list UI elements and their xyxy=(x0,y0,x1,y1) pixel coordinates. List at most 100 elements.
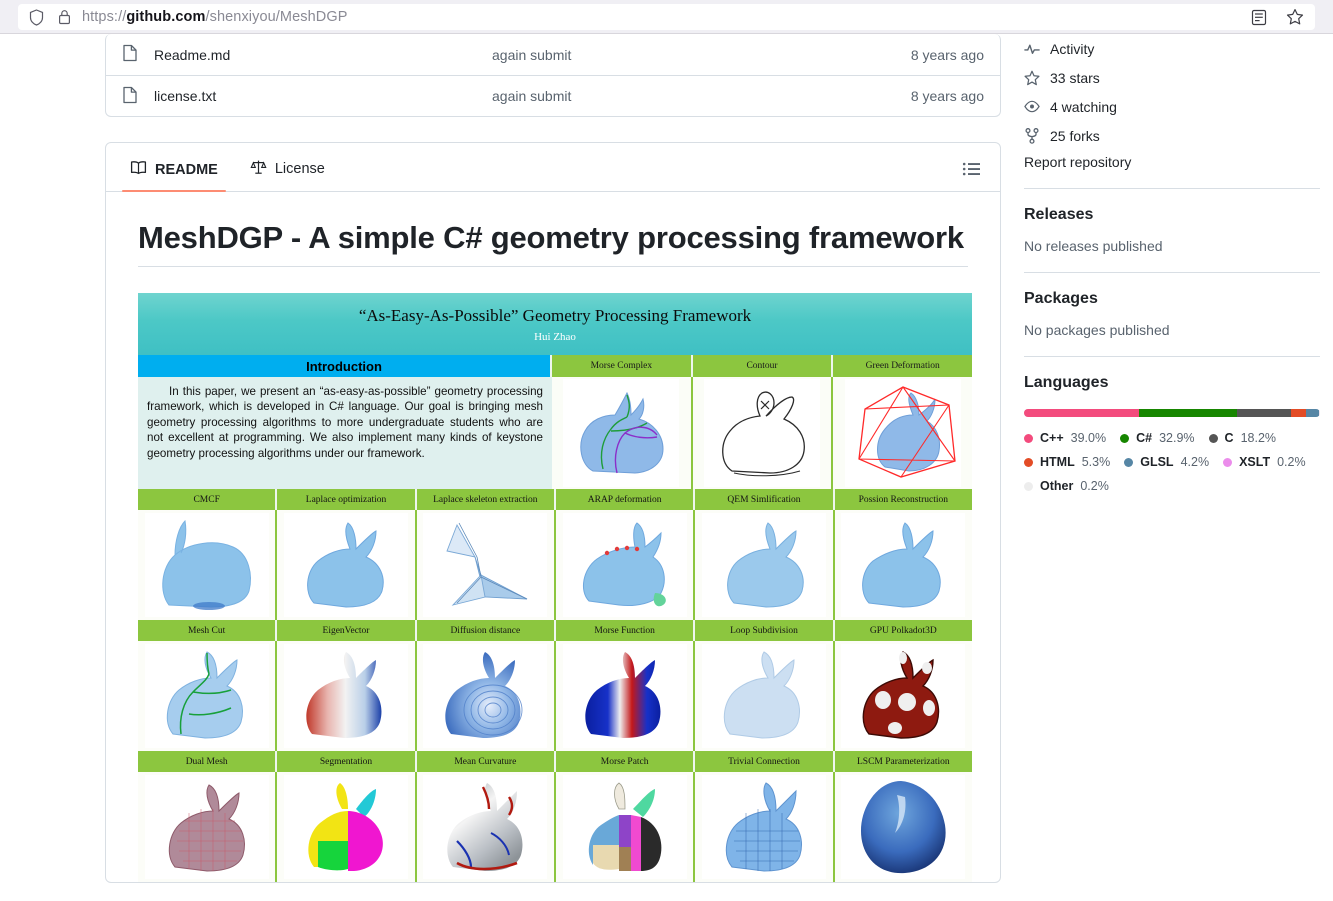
url-text: https://github.com/shenxiyou/MeshDGP xyxy=(82,9,348,25)
language-color-dot xyxy=(1208,433,1218,443)
law-scale-icon xyxy=(250,159,267,179)
browser-toolbar: https://github.com/shenxiyou/MeshDGP xyxy=(0,0,1333,34)
report-repository-link[interactable]: Report repository xyxy=(1024,154,1320,170)
language-legend-item[interactable]: XSLT 0.2% xyxy=(1223,455,1306,469)
teaser-label-diffusion-distance: Diffusion distance xyxy=(416,620,556,641)
teaser-banner: “As-Easy-As-Possible” Geometry Processin… xyxy=(138,293,972,355)
language-percent: 32.9% xyxy=(1159,431,1195,445)
teaser-figure: “As-Easy-As-Possible” Geometry Processin… xyxy=(138,293,973,882)
language-percent: 0.2% xyxy=(1080,479,1109,493)
outline-list-icon[interactable] xyxy=(962,161,982,179)
teaser-image-qem-simplification xyxy=(695,510,835,620)
commit-message[interactable]: again submit xyxy=(492,47,911,63)
language-percent: 0.2% xyxy=(1277,455,1306,469)
lock-icon[interactable] xyxy=(54,7,74,27)
language-name: C++ xyxy=(1040,431,1064,445)
sidebar-item-watching[interactable]: 4 watching xyxy=(1024,92,1320,121)
teaser-image-possion-reconstruction xyxy=(834,510,972,620)
teaser-image-cmcf xyxy=(138,510,278,620)
language-legend-item[interactable]: HTML 5.3% xyxy=(1024,455,1110,469)
sidebar-forks-label: 25 forks xyxy=(1050,127,1100,144)
teaser-label-segmentation: Segmentation xyxy=(277,751,417,772)
language-percent: 5.3% xyxy=(1081,455,1111,469)
table-row[interactable]: license.txt again submit 8 years ago xyxy=(106,75,1000,116)
teaser-label-mean-curvature: Mean Curvature xyxy=(416,751,556,772)
divider xyxy=(1024,272,1320,273)
teaser-label-lscm-parameterization: LSCM Parameterization xyxy=(834,751,972,772)
bookmark-star-icon[interactable] xyxy=(1285,7,1305,27)
language-legend-item[interactable]: C# 32.9% xyxy=(1120,431,1195,445)
releases-empty-text: No releases published xyxy=(1024,238,1163,254)
teaser-image-row-2 xyxy=(138,641,972,751)
commit-age: 8 years ago xyxy=(910,88,984,104)
language-legend-item[interactable]: C++ 39.0% xyxy=(1024,431,1106,445)
teaser-label-gpu-polkadot3d: GPU Polkadot3D xyxy=(834,620,972,641)
sidebar-activity-label: Activity xyxy=(1050,40,1095,57)
packages-heading: Packages xyxy=(1024,290,1098,307)
repo-main-column: Readme.md again submit 8 years ago licen… xyxy=(105,34,1001,883)
language-color-dot xyxy=(1024,433,1033,443)
teaser-image-arap-deformation xyxy=(555,510,696,620)
teaser-image-laplace-skeleton-extraction xyxy=(416,510,556,620)
sidebar-item-activity[interactable]: Activity xyxy=(1024,34,1320,63)
language-legend-item[interactable]: GLSL 4.2% xyxy=(1124,455,1209,469)
language-percent: 4.2% xyxy=(1180,455,1210,469)
teaser-image-morse-function xyxy=(555,641,696,751)
language-bar-segment xyxy=(1306,409,1319,417)
teaser-label-mesh-cut: Mesh Cut xyxy=(138,620,278,641)
column-divider xyxy=(1002,34,1003,901)
sidebar-item-stars[interactable]: 33 stars xyxy=(1024,63,1320,92)
reader-mode-icon[interactable] xyxy=(1249,7,1269,27)
url-prefix: https:// xyxy=(82,9,127,25)
divider xyxy=(1024,356,1320,357)
pulse-icon xyxy=(1024,42,1040,56)
language-color-dot xyxy=(1223,457,1233,467)
file-name-link[interactable]: Readme.md xyxy=(154,47,230,63)
tab-readme[interactable]: README xyxy=(122,160,226,192)
teaser-intro-label: Introduction xyxy=(138,355,552,377)
table-row[interactable]: Readme.md again submit 8 years ago xyxy=(106,34,1000,75)
teaser-image-mesh-cut xyxy=(138,641,278,751)
sidebar-item-forks[interactable]: 25 forks xyxy=(1024,121,1320,150)
repo-sidebar: Activity 33 stars 4 watching 25 forks Re… xyxy=(1024,34,1320,503)
language-bar-segment xyxy=(1319,409,1320,417)
teaser-image-dual-mesh xyxy=(138,772,278,882)
languages-legend: C++ 39.0% C# 32.9% C 18.2% HTML 5.3% GLSL 4.2% XSL… xyxy=(1024,431,1320,503)
releases-heading: Releases xyxy=(1024,206,1094,223)
language-color-dot xyxy=(1024,481,1033,491)
teaser-top-label-row: Introduction Morse Complex Contour Green… xyxy=(138,355,973,377)
language-name: GLSL xyxy=(1140,455,1174,469)
languages-bar[interactable] xyxy=(1024,409,1320,417)
teaser-banner-author: Hui Zhao xyxy=(534,330,576,343)
teaser-banner-title: “As-Easy-As-Possible” Geometry Processin… xyxy=(358,305,752,325)
teaser-label-arap-deformation: ARAP deformation xyxy=(555,489,696,510)
file-name-link[interactable]: license.txt xyxy=(154,88,216,104)
book-icon xyxy=(130,160,147,179)
tab-license[interactable]: License xyxy=(242,159,333,191)
tab-license-label: License xyxy=(274,161,325,177)
teaser-thumb-green-deformation xyxy=(833,377,973,489)
commit-message[interactable]: again submit xyxy=(492,88,911,104)
language-legend-item[interactable]: Other 0.2% xyxy=(1024,479,1109,493)
sidebar-stars-label: 33 stars xyxy=(1050,69,1100,86)
language-percent: 39.0% xyxy=(1070,431,1107,445)
shield-icon[interactable] xyxy=(26,7,46,27)
url-domain: github.com xyxy=(126,9,206,25)
readme-card: README License MeshDGP - A simple C# geo… xyxy=(105,142,1001,883)
language-name: HTML xyxy=(1040,455,1075,469)
language-name: C xyxy=(1224,431,1234,445)
teaser-intro-row: In this paper, we present an “as-easy-as… xyxy=(138,377,973,489)
language-color-dot xyxy=(1124,457,1134,467)
teaser-label-laplace-skeleton-extraction: Laplace skeleton extraction xyxy=(416,489,556,510)
page-title: MeshDGP - A simple C# geometry processin… xyxy=(138,220,968,267)
address-bar[interactable]: https://github.com/shenxiyou/MeshDGP xyxy=(18,4,1315,30)
language-name: Other xyxy=(1040,479,1074,493)
teaser-image-eigenvector xyxy=(277,641,417,751)
teaser-label-morse-function: Morse Function xyxy=(555,620,696,641)
language-legend-item[interactable]: C 18.2% xyxy=(1208,431,1276,445)
teaser-abstract: In this paper, we present an “as-easy-as… xyxy=(138,377,552,489)
teaser-image-segmentation xyxy=(277,772,417,882)
teaser-image-row-1 xyxy=(138,510,972,620)
fork-icon xyxy=(1024,127,1040,144)
teaser-label-contour: Contour xyxy=(692,355,834,377)
